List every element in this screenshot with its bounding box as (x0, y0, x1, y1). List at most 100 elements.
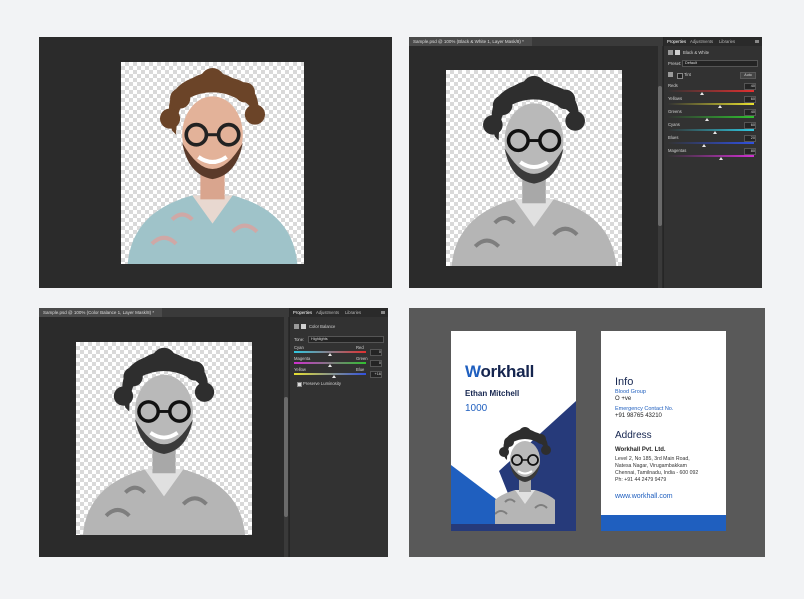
phone-number: Ph: +91 44 2479 9479 (615, 477, 667, 483)
document-tab[interactable]: Sample.psd @ 100% (Black & White 1, Laye… (409, 37, 532, 46)
employee-name: Ethan Mitchell (465, 389, 520, 398)
panel-menu-icon[interactable] (381, 311, 385, 314)
photoshop-cb-window: Sample.psd @ 100% (Color Balance 1, Laye… (39, 308, 388, 557)
address-line-1: Level 2, No 185, 3rd Main Road, (615, 456, 690, 462)
tab-adjustments[interactable]: Adjustments (690, 37, 713, 46)
slider-value-field[interactable]: 20 (744, 135, 756, 142)
slider-thumb[interactable] (702, 144, 707, 147)
original-photo-panel (39, 37, 392, 288)
slider-track[interactable] (668, 90, 754, 92)
slider-thumb[interactable] (328, 353, 332, 356)
mask-icon[interactable] (675, 50, 680, 55)
document-tab[interactable]: Sample.psd @ 100% (Color Balance 1, Laye… (39, 308, 163, 317)
tone-dropdown[interactable]: Highlights (308, 336, 384, 343)
slider-track[interactable] (668, 116, 754, 118)
portrait-photo-grayscale (446, 70, 622, 266)
logo-text: orkhall (480, 362, 535, 381)
mask-icon[interactable] (301, 324, 306, 329)
id-card-front: Workhall Ethan Mitchell 1000 (451, 331, 576, 531)
slider-value-field[interactable]: 60 (744, 122, 756, 129)
slider-value-field[interactable]: 40 (744, 109, 756, 116)
slider-thumb[interactable] (704, 118, 709, 121)
slider-label: Reds (668, 83, 678, 88)
slider-value-field[interactable]: 40 (744, 83, 756, 90)
info-heading: Info (615, 376, 634, 388)
slider-track[interactable] (294, 373, 366, 375)
slider-label: Blues (668, 135, 679, 140)
photoshop-bw-window: Sample.psd @ 100% (Black & White 1, Laye… (409, 37, 762, 288)
tint-checkbox[interactable] (677, 73, 683, 79)
transparent-canvas (446, 70, 622, 266)
preset-label: Preset: (668, 61, 682, 66)
scrollbar-thumb[interactable] (284, 397, 288, 517)
blood-group-label: Blood Group (615, 389, 646, 395)
slider-value-field[interactable]: +16 (370, 371, 382, 378)
emergency-contact-label: Emergency Contact No. (615, 406, 674, 412)
address-heading: Address (615, 430, 652, 441)
company-name: Workhall Pvt. Ltd. (615, 447, 666, 453)
tab-adjustments[interactable]: Adjustments (316, 308, 339, 317)
slider-label: Magentas (668, 148, 687, 153)
slider-track[interactable] (668, 103, 754, 105)
slider-thumb[interactable] (713, 131, 718, 134)
panel-tabs: Properties Adjustments Libraries (290, 308, 388, 317)
slider-left-label: Magenta (294, 356, 311, 361)
preset-dropdown[interactable]: Default (682, 60, 758, 67)
slider-value-field[interactable]: 60 (744, 96, 756, 103)
slider-label: Yellows (668, 96, 683, 101)
emergency-contact-value: +91 98765 43210 (615, 413, 662, 419)
slider-label: Cyans (668, 122, 680, 127)
slider-track[interactable] (668, 142, 754, 144)
slider-value-field[interactable]: 80 (744, 148, 756, 155)
adjustment-title: Black & White (683, 50, 710, 55)
slider-right-label: Red (356, 345, 364, 350)
transparent-canvas (121, 62, 304, 264)
slider-value-field[interactable]: 0 (370, 360, 382, 367)
scrollbar-thumb[interactable] (658, 86, 662, 226)
properties-panel: Properties Adjustments Libraries Black &… (663, 37, 762, 288)
id-card-back: Info Blood Group O +ve Emergency Contact… (601, 331, 726, 531)
preserve-luminosity-label: Preserve Luminosity (303, 381, 341, 386)
hand-tool-icon[interactable] (668, 72, 673, 77)
address-line-3: Chennai, Tamilnadu, India - 600 092 (615, 470, 699, 476)
slider-thumb[interactable] (719, 157, 724, 160)
employee-id: 1000 (465, 403, 488, 414)
panel-tabs: Properties Adjustments Libraries (664, 37, 762, 46)
slider-thumb[interactable] (332, 375, 337, 378)
tint-label: Tint (684, 72, 691, 77)
slider-thumb[interactable] (717, 105, 722, 108)
panel-menu-icon[interactable] (755, 40, 759, 43)
slider-left-label: Yellow (294, 367, 306, 372)
company-logo: Workhall (465, 362, 534, 382)
portrait-photo-color (121, 62, 304, 264)
canvas-scrollbar[interactable] (658, 46, 662, 288)
address-line-2: Natesa Nagar, Virugambakkam (615, 463, 687, 469)
tab-libraries[interactable]: Libraries (719, 37, 735, 46)
slider-right-label: Blue (356, 367, 365, 372)
website-link[interactable]: www.workhall.com (615, 493, 673, 500)
adjustment-title: Color Balance (309, 324, 336, 329)
adjustment-layer-icon (668, 50, 673, 55)
slider-left-label: Cyan (294, 345, 304, 350)
card-portrait (495, 426, 555, 524)
tab-properties[interactable]: Properties (667, 37, 686, 46)
logo-w: W (465, 362, 481, 381)
preserve-luminosity-checkbox[interactable] (297, 382, 302, 387)
auto-button[interactable]: Auto (740, 72, 756, 79)
tab-properties[interactable]: Properties (293, 308, 312, 317)
slider-thumb[interactable] (328, 364, 332, 367)
slider-right-label: Green (356, 356, 368, 361)
canvas-scrollbar[interactable] (284, 317, 288, 557)
blood-group-value: O +ve (615, 396, 632, 402)
properties-panel: Properties Adjustments Libraries Color B… (289, 308, 388, 557)
tone-label: Tone: (294, 337, 305, 342)
slider-label: Greens (668, 109, 682, 114)
back-card-footer-bar (601, 515, 726, 531)
slider-value-field[interactable]: 0 (370, 349, 382, 356)
id-card-showcase: Workhall Ethan Mitchell 1000 Info Blood … (409, 308, 765, 557)
slider-track[interactable] (668, 155, 754, 157)
portrait-photo-grayscale (76, 342, 252, 535)
tab-libraries[interactable]: Libraries (345, 308, 361, 317)
slider-thumb[interactable] (700, 92, 705, 95)
slider-track[interactable] (668, 129, 754, 131)
